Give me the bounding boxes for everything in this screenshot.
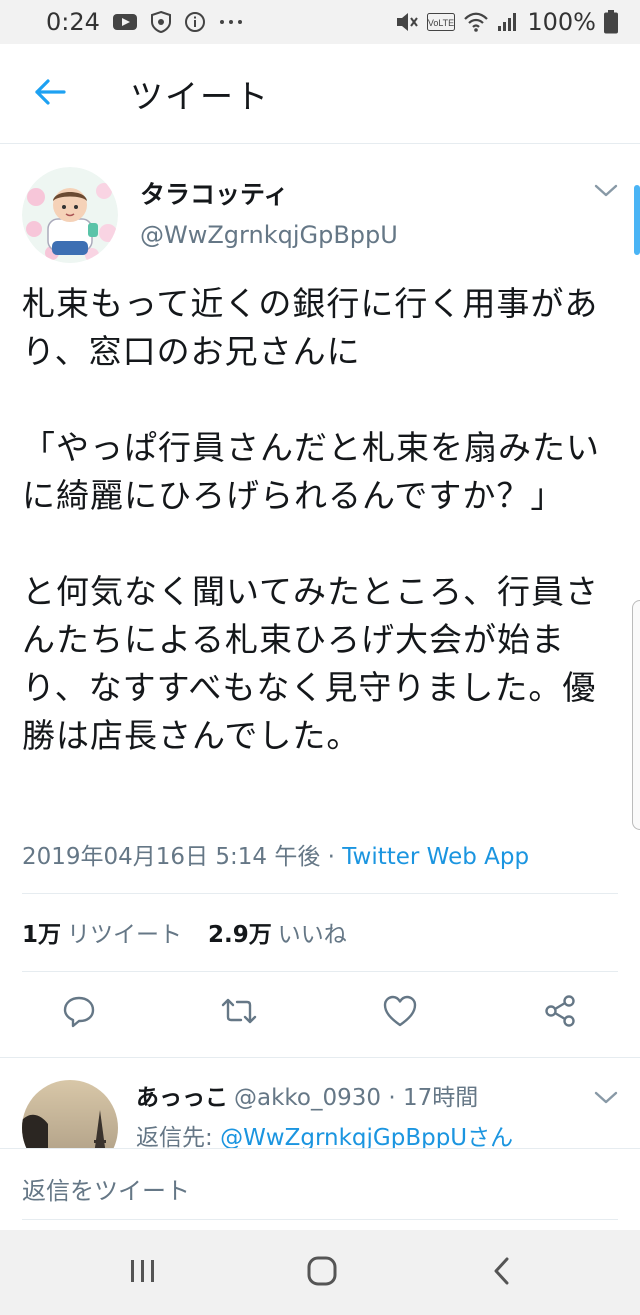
- tweet-source-link[interactable]: Twitter Web App: [342, 844, 529, 870]
- info-icon: [184, 11, 206, 33]
- battery-icon: [604, 10, 618, 34]
- author-name[interactable]: タラコッティ: [140, 175, 289, 211]
- reply-tweet[interactable]: あっっこ @akko_0930 · 17時間 返信先: @WwZgrnkqjGpB…: [0, 1070, 640, 1150]
- volte-label: VoLTE: [428, 18, 454, 28]
- chevron-left-icon: [490, 1256, 514, 1290]
- retweet-icon: [219, 993, 259, 1033]
- divider: [22, 893, 618, 894]
- back-arrow-icon: [33, 77, 67, 111]
- tweet-actions: [0, 991, 640, 1041]
- author-handle[interactable]: @WwZgrnkqjGpBppU: [140, 221, 398, 249]
- edge-panel-handle[interactable]: [632, 600, 640, 830]
- share-button[interactable]: [538, 991, 582, 1035]
- app-header: ツイート: [0, 44, 640, 144]
- wifi-icon: [463, 11, 489, 33]
- recents-button[interactable]: [118, 1248, 168, 1298]
- divider: [0, 1057, 640, 1058]
- reply-button[interactable]: [57, 991, 101, 1035]
- tweet-stats: 1万 リツイート 2.9万 いいね: [22, 915, 347, 949]
- reply-header: あっっこ @akko_0930 · 17時間: [136, 1078, 478, 1112]
- vpn-shield-icon: [150, 10, 172, 34]
- retweet-button[interactable]: [217, 991, 261, 1035]
- status-bar: 0:24 VoLTE 100%: [0, 0, 640, 44]
- reply-handle-time: @akko_0930 · 17時間: [234, 1085, 479, 1111]
- tweet-author-row: タラコッティ @WwZgrnkqjGpBppU: [0, 145, 640, 275]
- youtube-icon: [112, 12, 138, 32]
- reply-to-mention[interactable]: @WwZgrnkqjGpBppUさん: [220, 1125, 513, 1150]
- chevron-down-icon[interactable]: [592, 181, 620, 201]
- meta-separator: ·: [320, 844, 343, 870]
- reply-avatar[interactable]: [22, 1080, 118, 1150]
- retweet-label[interactable]: リツイート: [67, 915, 182, 949]
- chevron-down-icon[interactable]: [592, 1088, 620, 1108]
- like-count[interactable]: 2.9万: [208, 915, 272, 949]
- author-avatar[interactable]: [22, 167, 118, 263]
- reply-to-line: 返信先: @WwZgrnkqjGpBppUさん: [136, 1118, 513, 1150]
- divider: [22, 971, 618, 972]
- scroll-indicator: [634, 185, 640, 255]
- tweet-timestamp: 2019年04月16日 5:14 午後: [22, 844, 321, 870]
- compose-underline: [22, 1219, 618, 1220]
- home-icon: [306, 1255, 338, 1291]
- share-icon: [542, 993, 578, 1033]
- recents-icon: [128, 1257, 158, 1289]
- signal-icon: [497, 11, 519, 33]
- battery-percent: 100%: [527, 8, 596, 36]
- retweet-count[interactable]: 1万: [22, 915, 61, 949]
- home-button[interactable]: [297, 1248, 347, 1298]
- reply-compose-bar: 返信をツイート: [0, 1148, 640, 1230]
- reply-input[interactable]: 返信をツイート: [22, 1171, 190, 1206]
- mute-icon: [395, 11, 419, 33]
- like-button[interactable]: [378, 991, 422, 1035]
- system-back-button[interactable]: [477, 1248, 527, 1298]
- volte-icon: VoLTE: [427, 13, 456, 31]
- reply-to-label: 返信先:: [136, 1125, 221, 1150]
- heart-icon: [382, 994, 418, 1032]
- like-label[interactable]: いいね: [278, 915, 347, 949]
- tweet-meta: 2019年04月16日 5:14 午後 · Twitter Web App: [22, 837, 529, 871]
- back-button[interactable]: [0, 44, 100, 144]
- reply-icon: [61, 993, 97, 1033]
- status-time: 0:24: [46, 8, 100, 36]
- system-nav-bar: [0, 1230, 640, 1315]
- more-dots-icon: [218, 17, 244, 27]
- page-title: ツイート: [130, 76, 270, 116]
- tweet-text: 札束もって近くの銀行に行く用事があり、窓口のお兄さんに 「やっぱ行員さんだと札束…: [22, 284, 600, 755]
- reply-author-name[interactable]: あっっこ: [136, 1085, 228, 1111]
